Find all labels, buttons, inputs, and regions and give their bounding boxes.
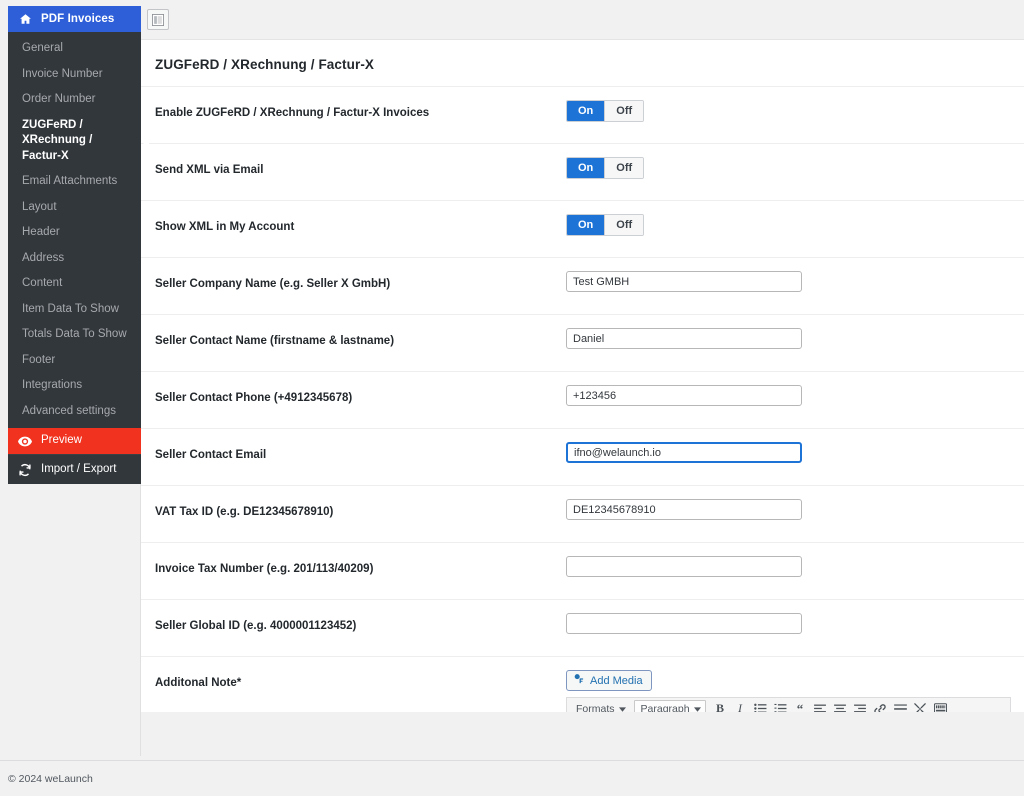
field-control [566,258,1024,305]
page-title: ZUGFeRD / XRechnung / Factur-X [155,57,375,72]
field-row-seller-contact-phone: Seller Contact Phone (+4912345678) [141,371,1024,428]
toggle-send-xml-via-email[interactable]: On Off [566,157,645,179]
field-label: Seller Global ID (e.g. 4000001123452) [155,620,357,632]
field-label: Enable ZUGFeRD / XRechnung / Factur-X In… [155,107,430,119]
toggle-on-option[interactable]: On [567,101,605,121]
invoice-tax-number-input[interactable] [566,556,802,577]
field-label: Seller Contact Name (firstname & lastnam… [155,335,395,347]
field-row-seller-company-name: Seller Company Name (e.g. Seller X GmbH) [141,257,1024,314]
copyright-text: © 2024 weLaunch [8,772,93,785]
sidebar-item-import-export[interactable]: Import / Export [8,453,141,485]
sidebar-item-header[interactable]: Header [8,220,141,246]
seller-contact-name-input[interactable] [566,328,802,349]
field-row-seller-global-id: Seller Global ID (e.g. 4000001123452) [141,599,1024,656]
field-label: Additonal Note* [155,677,242,689]
sidebar-import-export-label: Import / Export [41,462,117,475]
sidebar-header[interactable]: PDF Invoices [8,6,141,32]
sidebar-item-item-data-to-show[interactable]: Item Data To Show [8,297,141,323]
field-row-enable: Enable ZUGFeRD / XRechnung / Factur-X In… [141,86,1024,143]
field-label: Seller Contact Phone (+4912345678) [155,392,353,404]
sidebar-item-footer[interactable]: Footer [8,348,141,374]
toggle-show-xml-in-my-account[interactable]: On Off [566,214,645,236]
field-row-send-xml: Send XML via Email On Off [141,143,1024,200]
admin-page: PDF Invoices General Invoice Number Orde… [0,0,1024,796]
home-icon [17,12,33,26]
toggle-off-option[interactable]: Off [604,101,644,121]
footer: © 2024 weLaunch [0,760,1024,796]
field-row-seller-contact-email: Seller Contact Email [141,428,1024,485]
settings-panel: ZUGFeRD / XRechnung / Factur-X Enable ZU… [141,40,1024,796]
sidebar-item-order-number[interactable]: Order Number [8,87,141,113]
field-control [566,372,1024,419]
toggle-on-option[interactable]: On [567,215,605,235]
add-media-button[interactable]: Add Media [566,670,652,691]
field-label: Send XML via Email [155,164,264,176]
sidebar-item-zugferd[interactable]: ZUGFeRD / XRechnung / Factur-X [8,113,141,170]
sidebar-item-integrations[interactable]: Integrations [8,373,141,399]
sidebar-item-address[interactable]: Address [8,246,141,272]
sidebar-item-preview[interactable]: Preview [8,428,141,454]
field-control [566,315,1024,362]
sidebar-preview-label: Preview [41,434,82,447]
sidebar-item-advanced-settings[interactable]: Advanced settings [8,399,141,425]
seller-contact-phone-input[interactable] [566,385,802,406]
field-control [566,486,1024,533]
seller-global-id-input[interactable] [566,613,802,634]
media-icon [573,673,585,688]
field-label: Seller Company Name (e.g. Seller X GmbH) [155,278,391,290]
seller-contact-email-input[interactable] [566,442,802,463]
sync-icon [17,463,33,477]
field-row-show-xml: Show XML in My Account On Off [141,200,1024,257]
field-label: Invoice Tax Number (e.g. 201/113/40209) [155,563,374,575]
field-control: On Off [566,201,1024,249]
toolbar [141,0,1024,40]
sidebar-item-totals-data-to-show[interactable]: Totals Data To Show [8,322,141,348]
field-label: Show XML in My Account [155,221,295,233]
add-media-label: Add Media [590,674,643,687]
toggle-off-option[interactable]: Off [604,215,644,235]
toggle-off-option[interactable]: Off [604,158,644,178]
sidebar-item-invoice-number[interactable]: Invoice Number [8,62,141,88]
field-label: VAT Tax ID (e.g. DE12345678910) [155,506,334,518]
sidebar: PDF Invoices General Invoice Number Orde… [8,6,141,485]
field-control: On Off [566,87,1024,135]
seller-company-name-input[interactable] [566,271,802,292]
field-control: On Off [566,144,1024,192]
main-area: ZUGFeRD / XRechnung / Factur-X Enable ZU… [141,0,1024,796]
field-label: Seller Contact Email [155,449,267,461]
sidebar-menu: General Invoice Number Order Number ZUGF… [8,32,141,424]
eye-icon [17,434,33,448]
field-row-seller-contact-name: Seller Contact Name (firstname & lastnam… [141,314,1024,371]
sidebar-item-content[interactable]: Content [8,271,141,297]
vat-tax-id-input[interactable] [566,499,802,520]
sidebar-item-email-attachments[interactable]: Email Attachments [8,169,141,195]
sidebar-item-general[interactable]: General [8,36,141,62]
toggle-enable-zugferd[interactable]: On Off [566,100,645,122]
sidebar-item-layout[interactable]: Layout [8,195,141,221]
sidebar-header-label: PDF Invoices [41,13,115,25]
field-row-vat-tax-id: VAT Tax ID (e.g. DE12345678910) [141,485,1024,542]
field-control [566,429,1024,476]
field-row-invoice-tax-number: Invoice Tax Number (e.g. 201/113/40209) [141,542,1024,599]
content-bottom-spacer [141,712,1024,760]
field-control [566,600,1024,647]
field-control [566,543,1024,590]
layout-columns-icon[interactable] [147,9,169,30]
toggle-on-option[interactable]: On [567,158,605,178]
